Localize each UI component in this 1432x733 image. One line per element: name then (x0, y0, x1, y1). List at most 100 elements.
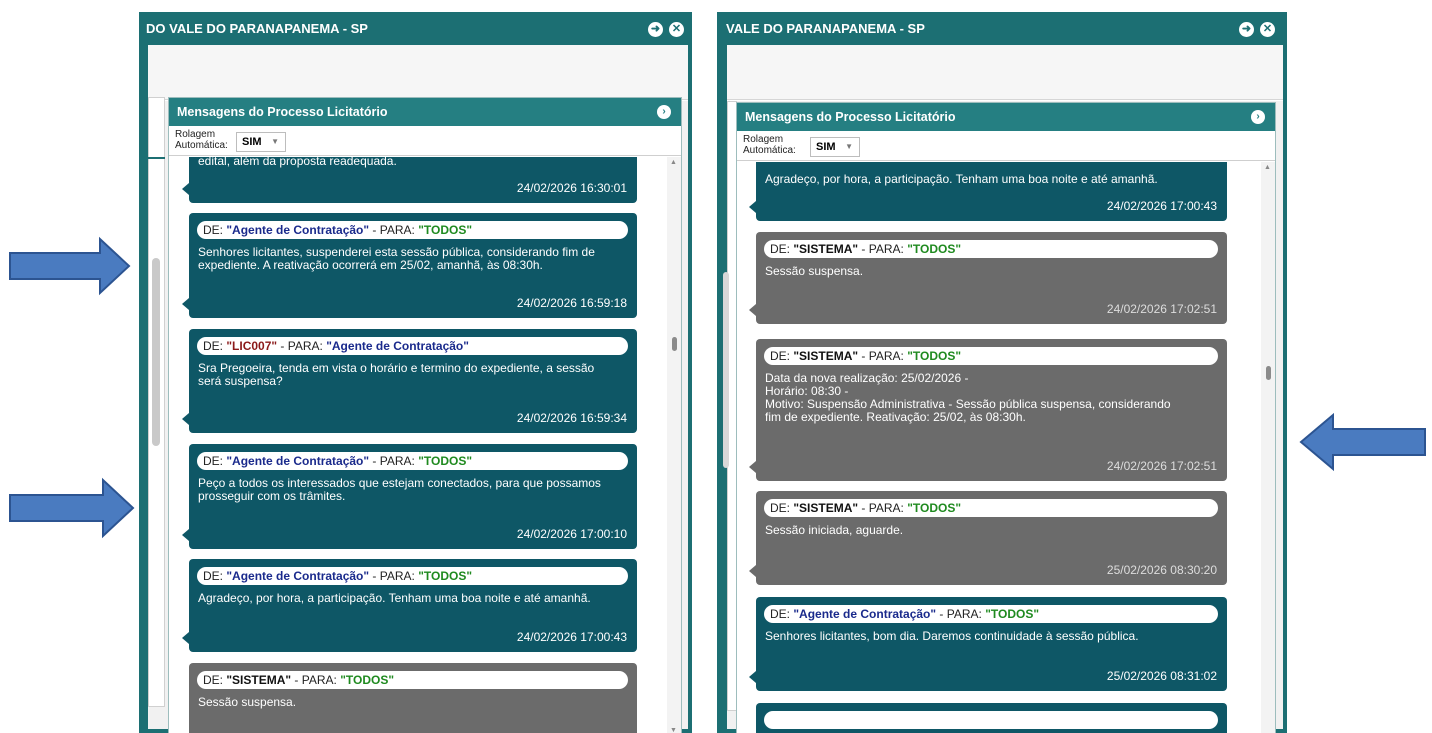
message-sender: "SISTEMA" (793, 501, 859, 515)
auto-scroll-value: SIM (816, 141, 836, 153)
message-sender: "Agente de Contratação" (793, 607, 937, 621)
right-window: VALE DO PARANAPANEMA - SP ➜ ✕ Mensagens … (717, 12, 1287, 733)
message-header: DE: "SISTEMA" - PARA: "TODOS" (764, 347, 1218, 365)
message-text: Agradeço, por hora, a participação. Tenh… (198, 591, 591, 605)
message-recipient: "TODOS" (985, 607, 1040, 621)
message-bubble: DE: "Agente de Contratação" - PARA: "TOD… (182, 444, 637, 549)
message-recipient: "TODOS" (418, 454, 473, 468)
message-header: DE: "Agente de Contratação" - PARA: "TOD… (197, 452, 628, 470)
window-title: DO VALE DO PARANAPANEMA - SP (146, 21, 368, 36)
close-icon[interactable]: ✕ (1260, 22, 1275, 37)
message-timestamp: 25/02/2026 08:30:20 (1106, 563, 1217, 577)
message-timestamp: 24/02/2026 17:00:43 (516, 630, 627, 644)
chevron-down-icon: ▼ (845, 142, 853, 151)
message-header: DE: "SISTEMA" - PARA: "TODOS" (764, 240, 1218, 258)
block-arrow-left-icon (1299, 412, 1426, 472)
message-recipient: "TODOS" (907, 242, 962, 256)
message-text: Senhores licitantes, suspenderei esta se… (198, 245, 595, 272)
message-timestamp: 24/02/2026 16:59:18 (516, 296, 627, 310)
messages-list[interactable]: Agradeço, por hora, a participação. Tenh… (737, 162, 1275, 733)
scroll-up-icon[interactable]: ▲ (1264, 164, 1271, 171)
message-text: Data da nova realização: 25/02/2026 - Ho… (765, 371, 1171, 424)
chevron-right-circle-icon[interactable]: › (657, 105, 671, 119)
messages-scrollbar[interactable]: ▲ ▼ (667, 157, 681, 733)
message-text: edital, além da proposta readequada. (198, 157, 397, 168)
window-body: Mensagens do Processo Licitatório › Rola… (727, 45, 1283, 733)
message-sender: "SISTEMA" (793, 242, 859, 256)
message-header (764, 711, 1218, 729)
background-scrollbar-thumb[interactable] (152, 258, 160, 446)
message-header: DE: "SISTEMA" - PARA: "TODOS" (197, 671, 628, 689)
left-window: DO VALE DO PARANAPANEMA - SP ➜ ✕ Mensage… (139, 12, 692, 733)
block-arrow-right-icon (9, 477, 135, 539)
message-bubble (756, 703, 1227, 733)
panel-title: Mensagens do Processo Licitatório (177, 105, 388, 119)
message-sender: "Agente de Contratação" (226, 454, 370, 468)
window-title: VALE DO PARANAPANEMA - SP (726, 21, 925, 36)
message-header: DE: "Agente de Contratação" - PARA: "TOD… (764, 605, 1218, 623)
message-bubble: DE: "Agente de Contratação" - PARA: "TOD… (749, 597, 1227, 691)
message-sender: "LIC007" (226, 339, 278, 353)
message-text: Peço a todos os interessados que estejam… (198, 476, 601, 503)
message-timestamp: 24/02/2026 17:02:51 (1106, 302, 1217, 316)
message-text: Agradeço, por hora, a participação. Tenh… (765, 172, 1158, 186)
message-header: DE: "LIC007" - PARA: "Agente de Contrata… (197, 337, 628, 355)
message-sender: "SISTEMA" (226, 673, 292, 687)
messages-list[interactable]: edital, além da proposta readequada. 24/… (169, 157, 681, 733)
maximize-icon[interactable]: ➜ (1239, 22, 1254, 37)
message-recipient: "TODOS" (418, 223, 473, 237)
message-sender: "SISTEMA" (793, 349, 859, 363)
message-header: DE: "Agente de Contratação" - PARA: "TOD… (197, 221, 628, 239)
message-bubble: edital, além da proposta readequada. 24/… (182, 157, 637, 203)
window-toolbar (148, 45, 688, 100)
maximize-icon[interactable]: ➜ (648, 22, 663, 37)
panel-header: Mensagens do Processo Licitatório › (737, 103, 1275, 131)
message-header: DE: "SISTEMA" - PARA: "TODOS" (764, 499, 1218, 517)
auto-scroll-select[interactable]: SIM ▼ (810, 137, 860, 157)
message-recipient: "TODOS" (340, 673, 395, 687)
messages-scrollbar[interactable]: ▲ (1261, 162, 1275, 733)
scrollbar-thumb[interactable] (672, 337, 677, 351)
auto-scroll-label: Rolagem Automática: (175, 129, 228, 151)
chevron-down-icon: ▼ (271, 137, 279, 146)
message-recipient: "TODOS" (907, 501, 962, 515)
messages-panel: Mensagens do Processo Licitatório › Rola… (168, 97, 682, 733)
scrollbar-thumb[interactable] (1266, 366, 1271, 380)
message-text: Sessão suspensa. (198, 695, 297, 709)
message-recipient: "TODOS" (418, 569, 473, 583)
message-timestamp: 24/02/2026 17:02:51 (1106, 459, 1217, 473)
background-tab-line (148, 157, 165, 159)
message-sender: "Agente de Contratação" (226, 569, 370, 583)
message-recipient: "TODOS" (907, 349, 962, 363)
chevron-right-circle-icon[interactable]: › (1251, 110, 1265, 124)
message-bubble: DE: "LIC007" - PARA: "Agente de Contrata… (182, 329, 637, 433)
panel-header: Mensagens do Processo Licitatório › (169, 98, 681, 126)
message-header: DE: "Agente de Contratação" - PARA: "TOD… (197, 567, 628, 585)
message-timestamp: 25/02/2026 08:31:02 (1106, 669, 1217, 683)
auto-scroll-label: Rolagem Automática: (743, 134, 796, 156)
messages-panel: Mensagens do Processo Licitatório › Rola… (736, 102, 1276, 733)
background-scrollbar-thumb[interactable] (723, 272, 729, 468)
message-bubble: DE: "SISTEMA" - PARA: "TODOS" Data da no… (749, 339, 1227, 481)
message-text: Sessão suspensa. (765, 264, 864, 278)
message-text: Senhores licitantes, bom dia. Daremos co… (765, 629, 1139, 643)
scroll-down-icon[interactable]: ▼ (670, 727, 677, 733)
window-toolbar (727, 45, 1283, 100)
window-body: Mensagens do Processo Licitatório › Rola… (148, 45, 688, 733)
scroll-up-icon[interactable]: ▲ (670, 159, 677, 166)
block-arrow-right-icon (9, 236, 131, 296)
scroll-options: Rolagem Automática: SIM ▼ (169, 126, 681, 156)
message-bubble: DE: "SISTEMA" - PARA: "TODOS" Sessão sus… (749, 232, 1227, 324)
close-icon[interactable]: ✕ (669, 22, 684, 37)
message-timestamp: 24/02/2026 17:00:43 (1106, 199, 1217, 213)
message-bubble: DE: "SISTEMA" - PARA: "TODOS" Sessão ini… (749, 491, 1227, 585)
message-recipient: "Agente de Contratação" (326, 339, 469, 353)
message-bubble: DE: "SISTEMA" - PARA: "TODOS" Sessão sus… (189, 663, 637, 733)
message-bubble: Agradeço, por hora, a participação. Tenh… (749, 162, 1227, 221)
message-bubble: DE: "Agente de Contratação" - PARA: "TOD… (182, 213, 637, 318)
message-text: Sessão iniciada, aguarde. (765, 523, 904, 537)
message-sender: "Agente de Contratação" (226, 223, 370, 237)
auto-scroll-select[interactable]: SIM ▼ (236, 132, 286, 152)
message-timestamp: 24/02/2026 17:00:10 (516, 527, 627, 541)
screenshot-stage: DO VALE DO PARANAPANEMA - SP ➜ ✕ Mensage… (0, 0, 1432, 733)
